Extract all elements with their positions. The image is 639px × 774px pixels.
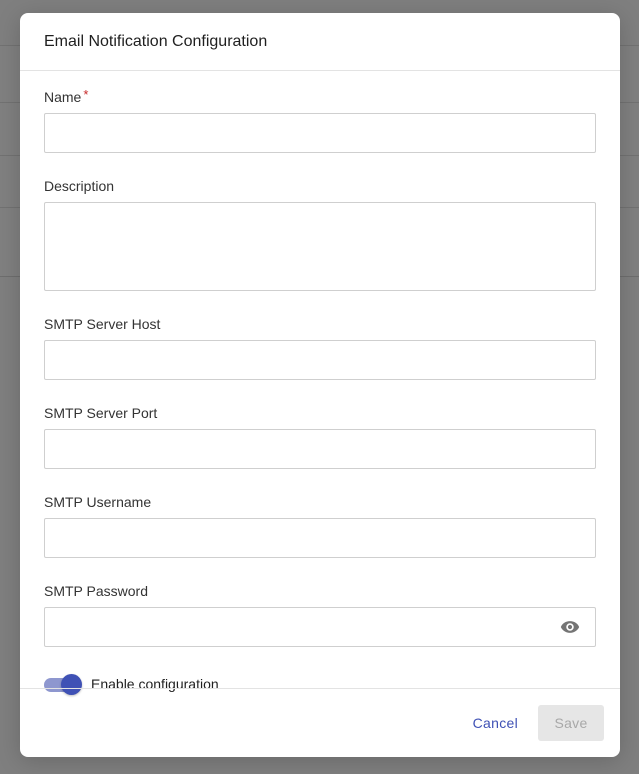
description-field: Description bbox=[44, 178, 596, 291]
required-indicator: * bbox=[83, 87, 89, 102]
dialog-title: Email Notification Configuration bbox=[44, 32, 268, 50]
smtp-password-input[interactable] bbox=[44, 607, 596, 647]
description-label: Description bbox=[44, 178, 115, 194]
smtp-password-label: SMTP Password bbox=[44, 583, 148, 599]
smtp-password-field: SMTP Password bbox=[44, 583, 596, 647]
smtp-username-label: SMTP Username bbox=[44, 494, 152, 510]
cancel-button[interactable]: Cancel bbox=[461, 705, 530, 741]
name-input[interactable] bbox=[44, 113, 596, 153]
email-config-dialog: Email Notification Configuration Name * D… bbox=[20, 13, 620, 757]
description-textarea[interactable] bbox=[44, 202, 596, 291]
name-label: Name * bbox=[44, 87, 596, 106]
smtp-port-label: SMTP Server Port bbox=[44, 405, 158, 421]
save-button[interactable]: Save bbox=[538, 705, 604, 741]
dialog-footer: Cancel Save bbox=[20, 688, 620, 757]
password-input-wrapper bbox=[44, 607, 596, 647]
dialog-body: Name * Description SMTP Server Host SMTP … bbox=[20, 71, 620, 695]
smtp-username-input[interactable] bbox=[44, 518, 596, 558]
smtp-port-field: SMTP Server Port bbox=[44, 405, 596, 469]
smtp-host-label: SMTP Server Host bbox=[44, 316, 161, 332]
smtp-host-input[interactable] bbox=[44, 340, 596, 380]
smtp-port-input[interactable] bbox=[44, 429, 596, 469]
name-label-text: Name bbox=[44, 89, 82, 105]
name-field: Name * bbox=[44, 87, 596, 153]
eye-icon[interactable] bbox=[560, 619, 580, 635]
smtp-host-field: SMTP Server Host bbox=[44, 316, 596, 380]
dialog-header: Email Notification Configuration bbox=[20, 13, 620, 71]
smtp-username-field: SMTP Username bbox=[44, 494, 596, 558]
